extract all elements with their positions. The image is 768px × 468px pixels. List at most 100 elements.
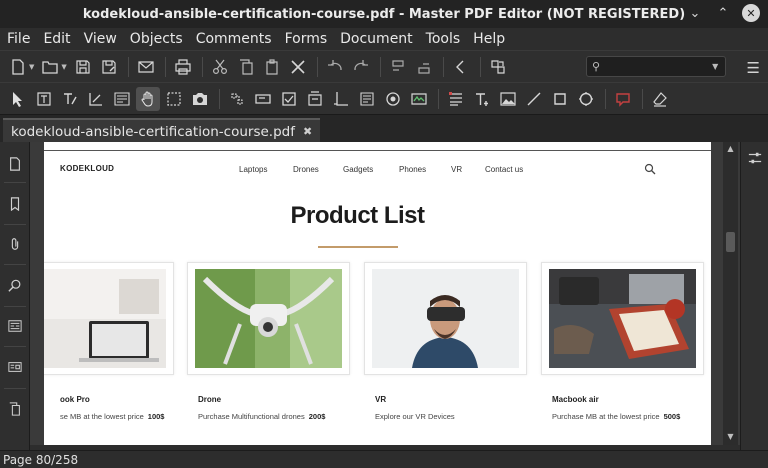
menu-tools[interactable]: Tools [426,31,461,47]
forms-icon[interactable] [110,87,134,111]
previous-page-icon[interactable] [449,55,473,79]
print-icon[interactable] [171,55,195,79]
pages-icon[interactable] [3,152,27,176]
document-viewport[interactable]: KODEKLOUD Laptops Drones Gadgets Phones … [30,142,740,445]
panel-divider [4,388,26,389]
text-select-icon[interactable] [32,87,56,111]
product-card-macbook-air[interactable] [541,262,704,375]
hand-tool-icon[interactable] [136,86,160,111]
properties-sliders-icon[interactable] [745,148,765,168]
toolbar-separator [605,88,606,109]
menu-edit[interactable]: Edit [43,31,70,47]
menu-view[interactable]: View [84,31,117,47]
nav-link-drones[interactable]: Drones [293,165,319,174]
product-name-laptop: ook Pro [60,395,90,404]
layers-icon[interactable] [3,314,27,338]
line-tool-icon[interactable] [329,87,353,111]
toolbar-separator [479,56,481,77]
snapshot-icon[interactable] [188,87,212,111]
undo-icon[interactable] [323,55,347,79]
close-window-icon[interactable]: ✕ [742,4,760,22]
scroll-up-icon[interactable]: ▲ [725,144,736,155]
ellipse-icon[interactable] [574,87,598,111]
search-icon[interactable] [644,163,656,175]
toolbar-separator [438,88,439,109]
select-arrow-icon[interactable] [6,87,30,111]
panel-divider [4,224,26,225]
menu-help[interactable]: Help [473,31,505,47]
menu-objects[interactable]: Objects [130,31,183,47]
save-as-icon[interactable] [97,55,121,79]
text-field-icon[interactable] [251,87,275,111]
product-name-macbook-air: Macbook air [552,395,599,404]
tools-toolbar [0,82,768,114]
page-indicator: Page 80/258 [3,453,79,467]
comment-box-icon[interactable] [611,87,635,111]
attachment-icon[interactable] [3,232,27,256]
search-input[interactable] [604,60,713,73]
menu-icon[interactable]: ☰ [747,59,760,77]
new-document-icon[interactable] [6,55,30,79]
highlight-list-icon[interactable] [444,87,468,111]
add-text-icon[interactable] [470,87,494,111]
marquee-select-icon[interactable] [162,87,186,111]
close-tab-icon[interactable]: ✖ [303,125,312,138]
menu-bar: File Edit View Objects Comments Forms Do… [0,28,768,50]
nav-link-vr[interactable]: VR [451,165,462,174]
rectangle-icon[interactable] [548,87,572,111]
panel-divider [4,264,26,265]
edit-object-icon[interactable] [84,87,108,111]
scrollbar-thumb[interactable] [726,232,735,252]
document-tab[interactable]: kodekloud-ansible-certification-course.p… [3,118,321,143]
bookmarks-icon[interactable] [3,192,27,216]
signatures-icon[interactable] [3,355,27,379]
first-page-icon[interactable] [386,55,410,79]
rotate-icon[interactable] [486,55,510,79]
chevron-down-icon[interactable]: ▼ [29,63,34,71]
page-divider [44,150,711,151]
combo-box-icon[interactable] [355,87,379,111]
product-name-vr: VR [375,395,387,404]
signature-icon[interactable] [407,87,431,111]
vertical-scrollbar[interactable]: ▲ ▼ [723,142,738,445]
document-tab-title: kodekloud-ansible-certification-course.p… [11,123,295,140]
open-folder-icon[interactable] [38,55,62,79]
radio-button-icon[interactable] [381,87,405,111]
image-icon[interactable] [496,87,520,111]
email-icon[interactable] [134,55,158,79]
minimize-icon[interactable]: ⌄ [686,4,704,22]
checkbox-icon[interactable] [277,87,301,111]
delete-icon[interactable] [286,55,310,79]
nav-link-gadgets[interactable]: Gadgets [343,165,373,174]
chevron-down-icon[interactable]: ▼ [61,63,66,71]
menu-forms[interactable]: Forms [285,31,328,47]
last-page-icon[interactable] [412,55,436,79]
paste-icon[interactable] [260,55,284,79]
search-box[interactable]: ⚲ ▼ [586,56,726,77]
nav-link-phones[interactable]: Phones [399,165,426,174]
chevron-down-icon[interactable]: ▼ [712,62,718,71]
vr-image [372,269,519,368]
menu-document[interactable]: Document [340,31,413,47]
toolbar-separator [642,88,643,109]
menu-comments[interactable]: Comments [196,31,272,47]
nav-link-contact[interactable]: Contact us [485,165,523,174]
maximize-icon[interactable]: ⌃ [714,4,732,22]
list-field-icon[interactable] [303,87,327,111]
line-icon[interactable] [522,87,546,111]
save-icon[interactable] [71,55,95,79]
edit-text-icon[interactable] [58,87,82,111]
copy-pages-icon[interactable] [3,397,27,421]
nav-link-laptops[interactable]: Laptops [239,165,267,174]
product-card-laptop[interactable] [44,262,174,375]
cut-icon[interactable] [208,55,232,79]
eraser-icon[interactable] [648,87,672,111]
product-card-drone[interactable] [187,262,350,375]
link-icon[interactable] [225,87,249,111]
product-card-vr[interactable] [364,262,527,375]
search-icon[interactable] [3,274,27,298]
scroll-down-icon[interactable]: ▼ [725,432,736,443]
menu-file[interactable]: File [7,31,30,47]
redo-icon[interactable] [349,55,373,79]
copy-icon[interactable] [234,55,258,79]
